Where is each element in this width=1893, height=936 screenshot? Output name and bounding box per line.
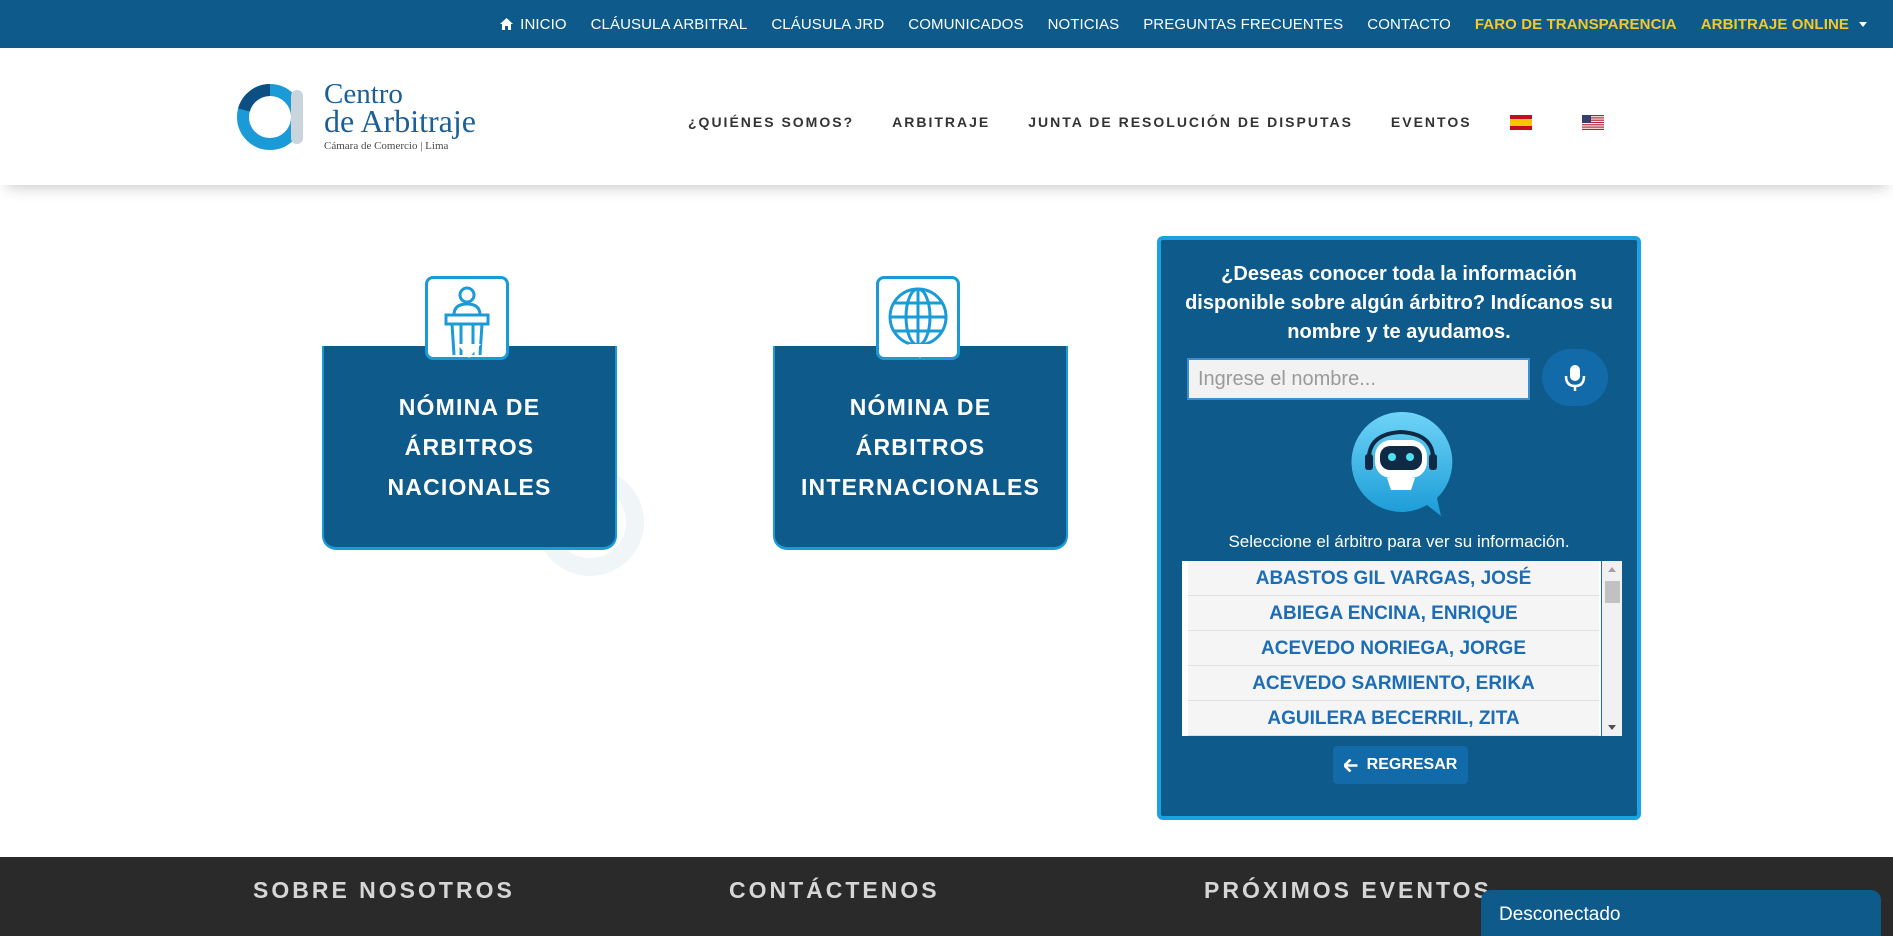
main-nav: ¿QUIÉNES SOMOS? ARBITRAJE JUNTA DE RESOL…: [688, 114, 1654, 130]
microphone-icon: [1564, 364, 1586, 391]
chevron-down-icon: [1859, 21, 1867, 27]
spain-flag-icon[interactable]: [1509, 114, 1532, 130]
main-nav-quienes-somos[interactable]: ¿QUIÉNES SOMOS?: [688, 114, 854, 130]
top-nav-label: ARBITRAJE ONLINE: [1700, 15, 1849, 33]
arbitrator-search-panel: ¿Deseas conocer toda la información disp…: [1157, 236, 1641, 820]
list-item[interactable]: ABASTOS GIL VARGAS, JOSÉ: [1188, 561, 1599, 596]
card-title-line1: NÓMINA DE: [849, 393, 992, 420]
card-box: NÓMINA DE ÁRBITROS NACIONALES: [322, 346, 617, 550]
card-box: NÓMINA DE ÁRBITROS INTERNACIONALES: [773, 346, 1068, 550]
top-nav-noticias[interactable]: NOTICIAS: [1048, 16, 1120, 33]
list-item[interactable]: ACEVEDO SARMIENTO, ERIKA: [1188, 666, 1599, 701]
logo-text-line2: de Arbitraje: [324, 103, 476, 139]
top-nav-arbitraje-online[interactable]: ARBITRAJE ONLINE: [1701, 16, 1867, 33]
main-nav-eventos[interactable]: EVENTOS: [1391, 114, 1472, 130]
main-nav-junta-resolucion[interactable]: JUNTA DE RESOLUCIÓN DE DISPUTAS: [1028, 114, 1353, 130]
arbitrator-list[interactable]: ABASTOS GIL VARGAS, JOSÉ ABIEGA ENCINA, …: [1182, 561, 1622, 736]
list-item[interactable]: ACEVEDO NORIEGA, JORGE: [1188, 631, 1599, 666]
top-nav-clausula-arbitral[interactable]: CLÁUSULA ARBITRAL: [591, 16, 748, 33]
card-title-line2: ÁRBITROS: [855, 433, 986, 460]
chat-widget[interactable]: Desconectado: [1481, 890, 1881, 936]
top-nav: INICIO CLÁUSULA ARBITRAL CLÁUSULA JRD CO…: [488, 0, 1893, 48]
card-notch: [457, 344, 481, 358]
main-nav-arbitraje[interactable]: ARBITRAJE: [892, 114, 990, 130]
top-nav-inicio[interactable]: INICIO: [500, 15, 567, 33]
scroll-thumb[interactable]: [1605, 581, 1620, 603]
top-nav-contacto[interactable]: CONTACTO: [1367, 16, 1451, 33]
card-notch: [908, 344, 932, 358]
top-nav-faro-transparencia[interactable]: FARO DE TRANSPARENCIA: [1475, 16, 1677, 33]
top-nav-comunicados[interactable]: COMUNICADOS: [908, 16, 1023, 33]
chatbot-icon: [1351, 411, 1453, 516]
card-title-line1: NÓMINA DE: [398, 393, 541, 420]
arrow-left-icon: [1343, 758, 1358, 772]
card-title-line3: INTERNACIONALES: [800, 473, 1041, 500]
site-header: Centro de Arbitraje Cámara de Comercio |…: [0, 48, 1893, 185]
site-logo[interactable]: Centro de Arbitraje Cámara de Comercio |…: [236, 80, 486, 160]
arbitrator-name-input[interactable]: [1187, 358, 1530, 400]
footer-title-sobre-nosotros: SOBRE NOSOTROS: [253, 877, 515, 903]
card-internacionales[interactable]: NÓMINA DE ÁRBITROS INTERNACIONALES: [773, 276, 1068, 556]
top-nav-label: INICIO: [520, 15, 567, 33]
card-title-line2: ÁRBITROS: [404, 433, 535, 460]
scroll-down-icon[interactable]: [1608, 725, 1616, 730]
arbitrator-list-items: ABASTOS GIL VARGAS, JOSÉ ABIEGA ENCINA, …: [1188, 561, 1599, 736]
panel-question: ¿Deseas conocer toda la información disp…: [1185, 263, 1613, 343]
back-button-label: REGRESAR: [1366, 756, 1458, 773]
logo-text-line3: Cámara de Comercio | Lima: [324, 140, 449, 152]
list-scrollbar[interactable]: [1601, 561, 1622, 736]
usa-flag-icon[interactable]: [1581, 114, 1604, 130]
top-bar: INICIO CLÁUSULA ARBITRAL CLÁUSULA JRD CO…: [0, 0, 1893, 48]
list-item[interactable]: AGUILERA BECERRIL, ZITA: [1188, 701, 1599, 736]
card-title-line3: NACIONALES: [387, 473, 552, 500]
list-item[interactable]: ABIEGA ENCINA, ENRIQUE: [1188, 596, 1599, 631]
scroll-up-icon[interactable]: [1608, 567, 1616, 572]
back-button[interactable]: REGRESAR: [1333, 746, 1468, 784]
logo-ring-icon: [237, 84, 303, 150]
top-nav-preguntas-frecuentes[interactable]: PREGUNTAS FRECUENTES: [1143, 16, 1343, 33]
footer-title-contactenos: CONTÁCTENOS: [729, 877, 940, 903]
footer-title-proximos-eventos: PRÓXIMOS EVENTOS: [1204, 877, 1492, 903]
card-nacionales[interactable]: NÓMINA DE ÁRBITROS NACIONALES: [322, 276, 617, 556]
select-arbitrator-hint: Seleccione el árbitro para ver su inform…: [1228, 532, 1570, 551]
top-nav-clausula-jrd[interactable]: CLÁUSULA JRD: [771, 16, 884, 33]
chat-status: Desconectado: [1499, 904, 1621, 925]
home-icon: [500, 18, 514, 30]
microphone-button[interactable]: [1542, 349, 1608, 406]
